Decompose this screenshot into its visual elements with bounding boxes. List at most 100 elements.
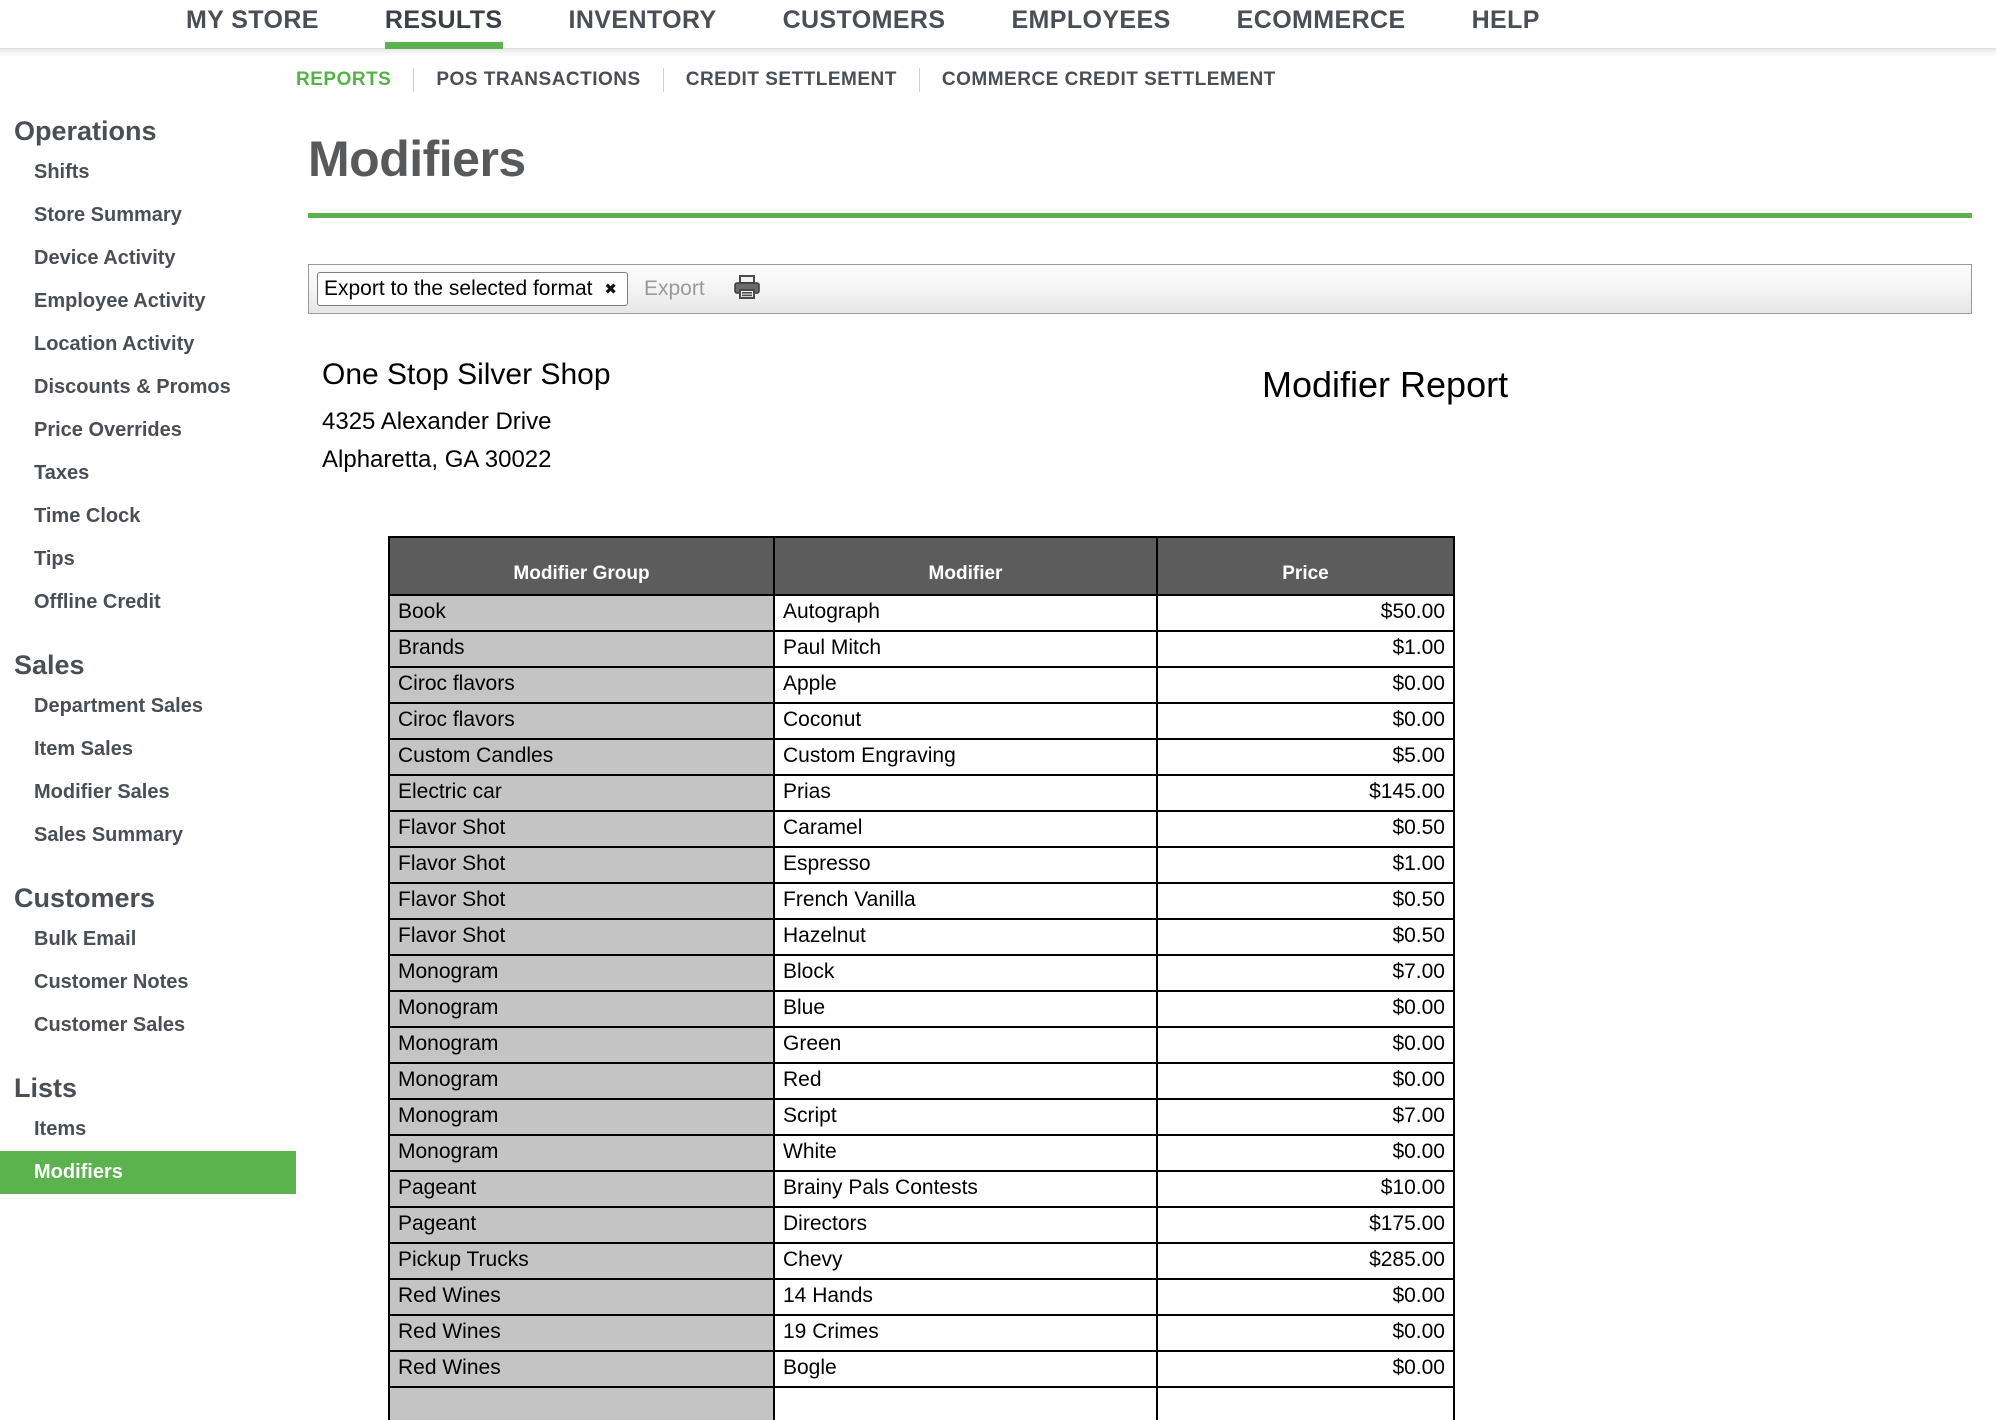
sidebar-item-department-sales[interactable]: Department Sales	[0, 685, 296, 728]
modifier-group-cell: Electric car	[389, 775, 775, 812]
modifier-group-cell: Brands	[389, 631, 775, 668]
sidebar-item-offline-credit[interactable]: Offline Credit	[0, 581, 296, 624]
sub-nav-separator	[662, 68, 664, 92]
table-row	[389, 1387, 1454, 1420]
table-row: Monogram Red $0.00	[389, 1063, 1454, 1100]
modifier-group-cell: Custom Candles	[389, 739, 775, 776]
table-row: Pageant Directors $175.00	[389, 1207, 1454, 1244]
sidebar-item-device-activity[interactable]: Device Activity	[0, 237, 296, 280]
price-cell: $5.00	[1157, 739, 1454, 776]
price-cell: $7.00	[1157, 955, 1454, 992]
sidebar-item-modifier-sales[interactable]: Modifier Sales	[0, 771, 296, 814]
price-cell: $175.00	[1157, 1207, 1454, 1244]
price-cell: $0.00	[1157, 1315, 1454, 1352]
modifier-group-cell: Flavor Shot	[389, 811, 775, 848]
sidebar-item-items[interactable]: Items	[0, 1108, 296, 1151]
sidebar-item-employee-activity[interactable]: Employee Activity	[0, 280, 296, 323]
modifier-cell: Red	[774, 1063, 1158, 1100]
price-cell: $1.00	[1157, 847, 1454, 884]
modifier-cell: Paul Mitch	[774, 631, 1158, 668]
modifier-cell: Blue	[774, 991, 1158, 1028]
sidebar-item-taxes[interactable]: Taxes	[0, 452, 296, 495]
title-underline-rule	[308, 213, 1972, 218]
price-cell: $0.50	[1157, 919, 1454, 956]
price-cell: $0.00	[1157, 1135, 1454, 1172]
top-nav-item-help[interactable]: HELP	[1472, 0, 1540, 49]
sub-nav-item-pos-transactions[interactable]: POS TRANSACTIONS	[436, 69, 640, 91]
modifier-group-cell: Red Wines	[389, 1279, 775, 1316]
sub-navigation-bar: REPORTS POS TRANSACTIONS CREDIT SETTLEMENT…	[0, 56, 1996, 104]
sidebar-item-discounts-promos[interactable]: Discounts & Promos	[0, 366, 296, 409]
sidebar-item-item-sales[interactable]: Item Sales	[0, 728, 296, 771]
modifier-cell: Prias	[774, 775, 1158, 812]
sidebar-item-bulk-email[interactable]: Bulk Email	[0, 918, 296, 961]
top-nav-item-inventory[interactable]: INVENTORY	[569, 0, 717, 49]
table-row: Monogram Green $0.00	[389, 1027, 1454, 1064]
modifier-cell: 14 Hands	[774, 1279, 1158, 1316]
printer-icon[interactable]	[733, 274, 761, 305]
sidebar-item-sales-summary[interactable]: Sales Summary	[0, 814, 296, 857]
sidebar-group-title-sales: Sales	[14, 650, 85, 680]
modifier-cell: Coconut	[774, 703, 1158, 740]
sub-nav-item-commerce-credit-settlement[interactable]: COMMERCE CREDIT SETTLEMENT	[942, 69, 1276, 91]
price-cell: $285.00	[1157, 1243, 1454, 1280]
table-row: Flavor Shot Caramel $0.50	[389, 811, 1454, 848]
table-row: Monogram White $0.00	[389, 1135, 1454, 1172]
sidebar-item-modifiers[interactable]: Modifiers	[0, 1151, 296, 1194]
table-column-header-modifier: Modifier	[774, 537, 1158, 596]
modifier-group-cell: Monogram	[389, 991, 775, 1028]
store-name: One Stop Silver Shop	[322, 358, 611, 391]
sidebar-group-title-operations: Operations	[14, 116, 157, 146]
table-row: Flavor Shot French Vanilla $0.50	[389, 883, 1454, 920]
sidebar-item-store-summary[interactable]: Store Summary	[0, 194, 296, 237]
price-cell: $0.00	[1157, 1027, 1454, 1064]
modifier-group-cell: Monogram	[389, 1135, 775, 1172]
table-row: Pageant Brainy Pals Contests $10.00	[389, 1171, 1454, 1208]
modifier-cell: Espresso	[774, 847, 1158, 884]
modifier-group-cell: Monogram	[389, 955, 775, 992]
sub-nav-item-reports[interactable]: REPORTS	[296, 69, 391, 91]
table-head: Modifier Group Modifier Price	[389, 537, 1454, 596]
modifier-group-cell: Ciroc flavors	[389, 703, 775, 740]
modifier-group-cell: Pageant	[389, 1171, 775, 1208]
table-row: Flavor Shot Espresso $1.00	[389, 847, 1454, 884]
sidebar-group-title-lists: Lists	[14, 1073, 78, 1103]
sidebar-item-customer-notes[interactable]: Customer Notes	[0, 961, 296, 1004]
table-header-row: Modifier Group Modifier Price	[389, 537, 1454, 596]
modifier-group-cell: Pageant	[389, 1207, 775, 1244]
export-button[interactable]: Export	[644, 277, 705, 301]
sidebar-item-time-clock[interactable]: Time Clock	[0, 495, 296, 538]
sub-nav-separator	[918, 68, 920, 92]
modifier-cell: Apple	[774, 667, 1158, 704]
modifier-group-cell: Monogram	[389, 1063, 775, 1100]
modifier-group-cell: Flavor Shot	[389, 883, 775, 920]
modifier-cell: Caramel	[774, 811, 1158, 848]
sidebar-item-customer-sales[interactable]: Customer Sales	[0, 1004, 296, 1047]
sub-nav-item-credit-settlement[interactable]: CREDIT SETTLEMENT	[686, 69, 897, 91]
table-row: Custom Candles Custom Engraving $5.00	[389, 739, 1454, 776]
top-nav-item-customers[interactable]: CUSTOMERS	[783, 0, 946, 49]
modifiers-report-table: Modifier Group Modifier Price Book Autograp…	[388, 536, 1455, 1420]
modifier-cell	[774, 1387, 1158, 1420]
top-nav-item-results[interactable]: RESULTS	[384, 0, 503, 49]
top-nav-item-ecommerce[interactable]: ECOMMERCE	[1237, 0, 1406, 49]
sub-nav-separator	[413, 68, 415, 92]
store-info-block: One Stop Silver Shop 4325 Alexander Driv…	[322, 358, 1102, 484]
top-nav-item-my-store[interactable]: MY STORE	[186, 0, 319, 49]
top-nav-item-employees[interactable]: EMPLOYEES	[1011, 0, 1170, 49]
sidebar-item-location-activity[interactable]: Location Activity	[0, 323, 296, 366]
sidebar-item-price-overrides[interactable]: Price Overrides	[0, 409, 296, 452]
sidebar-item-shifts[interactable]: Shifts	[0, 151, 296, 194]
price-cell: $10.00	[1157, 1171, 1454, 1208]
store-address-line-2: Alpharetta, GA 30022	[322, 446, 552, 473]
modifier-group-cell: Ciroc flavors	[389, 667, 775, 704]
modifier-group-cell: Flavor Shot	[389, 919, 775, 956]
price-cell: $50.00	[1157, 595, 1454, 632]
table-column-header-price: Price	[1157, 537, 1454, 596]
price-cell	[1157, 1387, 1454, 1420]
report-header: One Stop Silver Shop 4325 Alexander Driv…	[322, 358, 1972, 484]
sidebar-item-tips[interactable]: Tips	[0, 538, 296, 581]
price-cell: $7.00	[1157, 1099, 1454, 1136]
export-format-select[interactable]: Export to the selected format	[317, 272, 628, 306]
table-row: Brands Paul Mitch $1.00	[389, 631, 1454, 668]
